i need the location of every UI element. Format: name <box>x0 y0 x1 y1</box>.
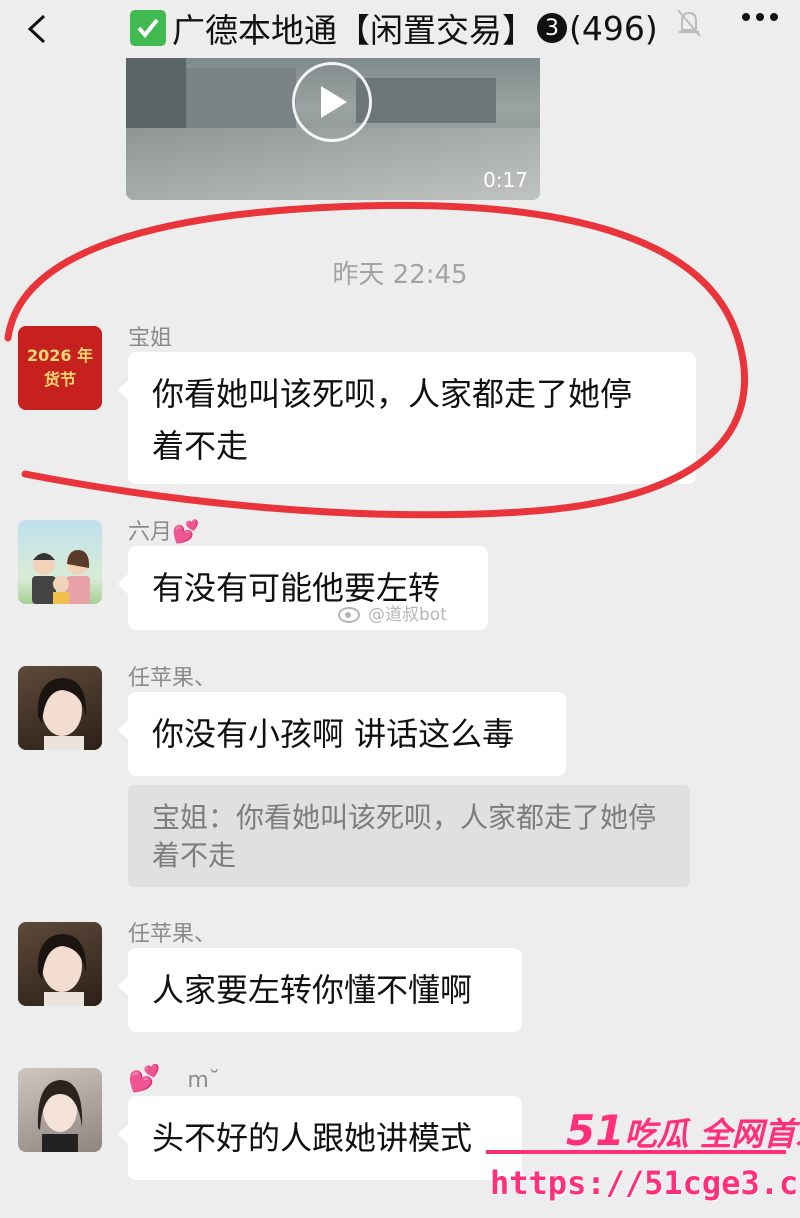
chevron-left-icon[interactable] <box>22 12 56 46</box>
message-text: 头不好的人跟她讲模式 <box>152 1119 473 1157</box>
promo-divider <box>486 1150 786 1154</box>
message-text-line: 你看她叫该死呗，人家都走了她停 <box>152 375 633 413</box>
promo-url[interactable]: https://51cge3.com <box>490 1164 800 1202</box>
avatar[interactable] <box>18 520 102 604</box>
top-bar: 广德本地通【闲置交易】 3 (496) <box>0 0 800 58</box>
bell-slash-icon <box>677 9 701 37</box>
message-text: 你没有小孩啊 讲话这么毒 <box>152 715 515 753</box>
quote-text-line: 宝姐：你看她叫该死呗，人家都走了她停 <box>152 801 657 834</box>
avatar-label: 2026 年货节 <box>26 346 94 389</box>
avatar[interactable] <box>18 666 102 750</box>
sender-name: 任苹果、 <box>128 922 217 947</box>
sender-name: 宝姐 <box>128 326 173 351</box>
portrait-icon <box>37 934 87 1006</box>
quote-text-line: 着不走 <box>152 839 237 872</box>
watermark: @道叔bot <box>338 600 447 625</box>
message-timestamp: 昨天 22:45 <box>332 260 468 290</box>
sender-name: 任苹果、 <box>128 666 217 691</box>
message-text: 人家要左转你懂不懂啊 <box>152 971 473 1009</box>
portrait-icon <box>37 1080 83 1152</box>
avatar[interactable] <box>18 922 102 1006</box>
play-icon[interactable] <box>292 62 372 142</box>
message-text-line: 着不走 <box>152 427 249 465</box>
chat-title: 广德本地通【闲置交易】 3 (496) <box>130 4 658 52</box>
portrait-icon <box>37 678 87 750</box>
video-duration: 0:17 <box>483 168 528 192</box>
avatar[interactable]: 2026 年货节 <box>18 326 102 410</box>
message-bubble[interactable]: 你没有小孩啊 讲话这么毒 <box>118 692 566 776</box>
message-bubble[interactable]: 你看她叫该死呗，人家都走了她停 着不走 <box>118 352 696 484</box>
promo-logo: 51吃瓜 全网首发 <box>566 1106 800 1155</box>
sender-name: 💕 m˘ <box>128 1064 220 1094</box>
unread-badge: 3 <box>537 13 567 43</box>
more-dots-icon[interactable] <box>740 10 780 24</box>
message-bubble[interactable]: 头不好的人跟她讲模式 <box>118 1096 522 1180</box>
family-avatar-icon <box>32 550 90 604</box>
chat-title-text: 广德本地通【闲置交易】 <box>172 11 535 50</box>
avatar[interactable] <box>18 1068 102 1152</box>
sender-name: 六月💕 <box>128 520 200 545</box>
weibo-icon <box>338 606 360 623</box>
check-icon <box>130 10 166 46</box>
video-message[interactable]: 0:17 <box>126 58 540 200</box>
heart-icon: 💕 <box>128 1064 161 1094</box>
heart-icon: 💕 <box>172 520 200 545</box>
quoted-message[interactable]: 宝姐：你看她叫该死呗，人家都走了她停 着不走 <box>128 785 690 887</box>
message-bubble[interactable]: 人家要左转你懂不懂啊 <box>118 948 522 1032</box>
member-count: (496) <box>569 8 658 48</box>
